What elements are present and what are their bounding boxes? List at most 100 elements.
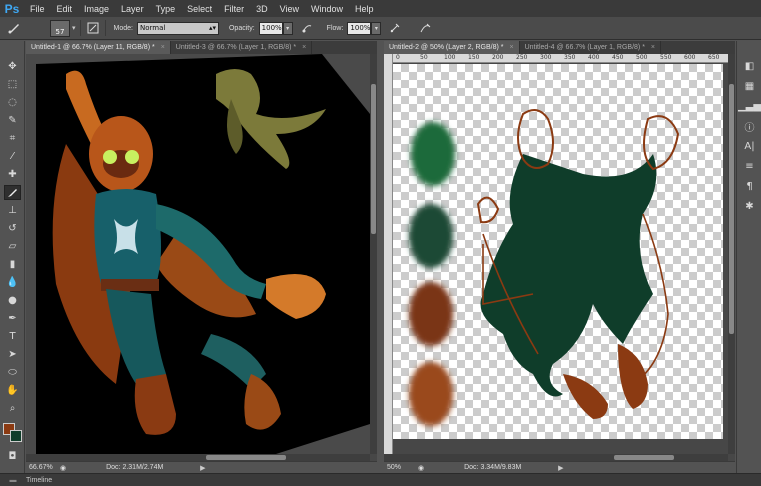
paragraph-panel-icon[interactable]: ¶ <box>741 179 758 194</box>
move-tool-icon[interactable]: ✥ <box>4 59 21 74</box>
airbrush-icon[interactable] <box>387 20 403 36</box>
scroll-thumb[interactable] <box>206 455 286 460</box>
dodge-tool-icon[interactable]: ● <box>4 293 21 308</box>
horizontal-scrollbar-left[interactable] <box>26 454 370 461</box>
hand-tool-icon[interactable]: ✋ <box>4 383 21 398</box>
info-panel-icon[interactable]: ⓘ <box>741 119 758 134</box>
quick-select-tool-icon[interactable]: ✎ <box>4 113 21 128</box>
tab-untitled-3[interactable]: Untitled-3 @ 66.7% (Layer 1, RGB/8) * × <box>170 41 313 54</box>
pressure-size-icon[interactable] <box>417 20 433 36</box>
crop-tool-icon[interactable]: ⌗ <box>4 131 21 146</box>
timeline-label: Timeline <box>26 476 53 484</box>
brush-tool-preset-icon[interactable] <box>0 17 28 40</box>
opacity-field[interactable]: 100% <box>258 21 283 35</box>
menu-type[interactable]: Type <box>150 4 182 14</box>
canvas-right[interactable] <box>393 64 728 454</box>
close-icon[interactable]: × <box>510 44 514 51</box>
ruler-label: 300 <box>540 54 552 61</box>
lasso-tool-icon[interactable]: ◌ <box>4 95 21 110</box>
brush-size-picker[interactable]: 57 <box>50 19 70 37</box>
scroll-thumb[interactable] <box>729 84 734 334</box>
flow-field[interactable]: 100% <box>347 21 372 35</box>
vertical-scrollbar-right[interactable] <box>728 54 735 454</box>
document-size: Doc: 2.31M/2.74M <box>106 464 164 471</box>
brush-presets-panel-icon[interactable]: ≡ <box>741 159 758 174</box>
canvas-left[interactable] <box>26 54 370 454</box>
swatch-brown <box>409 282 453 346</box>
tab-untitled-4[interactable]: Untitled-4 @ 66.7% (Layer 1, RGB/8) * × <box>519 41 662 54</box>
document-pane-right: Untitled-2 @ 50% (Layer 2, RGB/8) * × Un… <box>384 41 735 473</box>
blur-tool-icon[interactable]: 💧 <box>4 275 21 290</box>
clone-stamp-tool-icon[interactable]: ⊥ <box>4 203 21 218</box>
tab-untitled-2[interactable]: Untitled-2 @ 50% (Layer 2, RGB/8) * × <box>384 41 520 54</box>
chevron-right-icon[interactable]: ▶ <box>200 464 205 472</box>
menu-bar: Ps File Edit Image Layer Type Select Fil… <box>0 0 761 17</box>
ruler-label: 600 <box>684 54 696 61</box>
ruler-label: 250 <box>516 54 528 61</box>
tab-label: Untitled-2 @ 50% (Layer 2, RGB/8) * <box>389 44 504 51</box>
zoom-level[interactable]: 50% <box>384 464 414 471</box>
status-info-icon[interactable]: ◉ <box>418 464 424 472</box>
zoom-tool-icon[interactable]: ⌕ <box>4 401 21 416</box>
ruler-label: 150 <box>468 54 480 61</box>
menu-layer[interactable]: Layer <box>115 4 150 14</box>
histogram-panel-icon[interactable]: ▁▃▅ <box>738 99 761 114</box>
scroll-thumb[interactable] <box>371 84 376 234</box>
document-tabs-right: Untitled-2 @ 50% (Layer 2, RGB/8) * × Un… <box>384 41 735 54</box>
menu-image[interactable]: Image <box>78 4 115 14</box>
transparent-canvas <box>393 64 723 439</box>
chevron-right-icon[interactable]: ▶ <box>558 464 563 472</box>
artwork-sketch <box>409 109 680 426</box>
status-info-icon[interactable]: ◉ <box>60 464 66 472</box>
ruler-label: 0 <box>396 54 400 61</box>
tools-panel: ✥ ⬚ ◌ ✎ ⌗ ⁄ ✚ ⊥ ↺ ▱ ▮ 💧 ● ✒ T ➤ ⬭ ✋ ⌕ ◘ <box>0 41 25 473</box>
menu-file[interactable]: File <box>24 4 51 14</box>
tool-presets-panel-icon[interactable]: ✱ <box>741 199 758 214</box>
scroll-thumb[interactable] <box>614 455 674 460</box>
ruler-label: 200 <box>492 54 504 61</box>
close-icon[interactable]: × <box>161 44 165 51</box>
pressure-opacity-icon[interactable] <box>299 20 315 36</box>
menu-3d[interactable]: 3D <box>250 4 274 14</box>
horizontal-scrollbar-right[interactable] <box>384 454 728 461</box>
menu-select[interactable]: Select <box>181 4 218 14</box>
menu-view[interactable]: View <box>274 4 305 14</box>
menu-edit[interactable]: Edit <box>51 4 79 14</box>
path-select-tool-icon[interactable]: ➤ <box>4 347 21 362</box>
type-tool-icon[interactable]: T <box>4 329 21 344</box>
history-brush-tool-icon[interactable]: ↺ <box>4 221 21 236</box>
menu-window[interactable]: Window <box>305 4 349 14</box>
opacity-dropdown-button[interactable]: ▾ <box>282 21 293 35</box>
menu-filter[interactable]: Filter <box>218 4 250 14</box>
color-panel-icon[interactable]: ◧ <box>741 59 758 74</box>
blend-mode-select[interactable]: Normal ▴▾ <box>136 21 219 35</box>
timeline-panel[interactable]: ▬ Timeline <box>0 473 761 486</box>
background-color-swatch[interactable] <box>10 430 22 442</box>
chevron-down-icon[interactable]: ▾ <box>72 24 76 32</box>
horizontal-ruler: 0 50 100 150 200 250 300 350 400 450 500… <box>393 54 728 63</box>
zoom-level[interactable]: 66.67% <box>26 464 56 471</box>
flow-dropdown-button[interactable]: ▾ <box>371 21 382 35</box>
eyedropper-tool-icon[interactable]: ⁄ <box>4 149 21 164</box>
close-icon[interactable]: × <box>302 44 306 51</box>
quick-mask-icon[interactable]: ◘ <box>4 449 21 464</box>
brush-tool-icon[interactable] <box>4 185 21 200</box>
pen-tool-icon[interactable]: ✒ <box>4 311 21 326</box>
close-icon[interactable]: × <box>651 44 655 51</box>
tab-untitled-1[interactable]: Untitled-1 @ 66.7% (Layer 11, RGB/8) * × <box>26 41 171 54</box>
vertical-scrollbar-left[interactable] <box>370 54 377 454</box>
swatch-rust <box>409 362 453 426</box>
marquee-tool-icon[interactable]: ⬚ <box>4 77 21 92</box>
character-panel-icon[interactable]: A| <box>741 139 758 154</box>
brush-panel-icon[interactable] <box>85 20 101 36</box>
status-bar-right: 50% ◉ Doc: 3.34M/9.83M ▶ <box>384 461 735 473</box>
shape-tool-icon[interactable]: ⬭ <box>4 365 21 380</box>
eraser-tool-icon[interactable]: ▱ <box>4 239 21 254</box>
menu-help[interactable]: Help <box>349 4 380 14</box>
swatches-panel-icon[interactable]: ▦ <box>741 79 758 94</box>
gradient-tool-icon[interactable]: ▮ <box>4 257 21 272</box>
photoshop-logo: Ps <box>4 1 20 16</box>
healing-tool-icon[interactable]: ✚ <box>4 167 21 182</box>
blend-mode-value: Normal <box>139 24 166 32</box>
document-size: Doc: 3.34M/9.83M <box>464 464 522 471</box>
